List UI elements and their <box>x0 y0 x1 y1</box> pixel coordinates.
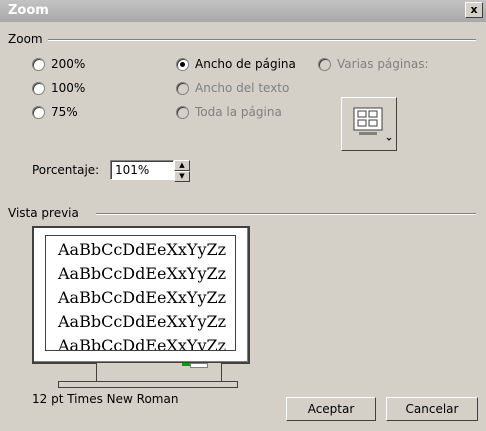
sample-line: AaBbCcDdEeXxYyZz <box>58 264 227 283</box>
radio-page-width-dot[interactable] <box>176 57 189 71</box>
radio-100-dot[interactable] <box>32 81 45 95</box>
spin-down-icon[interactable]: ▼ <box>174 171 190 182</box>
radio-text-width-label: Ancho del texto <box>195 81 290 95</box>
radio-many-pages-label: Varias páginas: <box>337 57 429 71</box>
ok-button[interactable]: Aceptar <box>286 397 376 421</box>
monitor-button-icon <box>190 363 208 368</box>
radio-many-pages-dot[interactable] <box>318 57 331 71</box>
radio-200[interactable]: 200% <box>32 57 85 71</box>
title-bar: Zoom x <box>0 0 486 22</box>
percent-label: Porcentaje: <box>32 163 100 177</box>
window-title: Zoom <box>8 3 49 18</box>
preview-group-divider <box>96 213 476 215</box>
radio-text-width-dot[interactable] <box>176 81 189 95</box>
preview-sample: AaBbCcDdEeXxYyZz AaBbCcDdEeXxYyZz AaBbCc… <box>46 236 235 351</box>
sample-line: AaBbCcDdEeXxYyZz <box>58 240 227 259</box>
close-button[interactable]: x <box>465 2 483 18</box>
monitor-foot <box>58 381 238 388</box>
sample-line: AaBbCcDdEeXxYyZz <box>58 312 227 331</box>
zoom-group-label: Zoom <box>8 32 43 46</box>
preview-group-label: Vista previa <box>8 206 79 220</box>
cancel-button[interactable]: Cancelar <box>386 397 478 421</box>
radio-100-label: 100% <box>51 81 86 95</box>
percent-value: 101% <box>115 163 150 177</box>
radio-whole-page-dot[interactable] <box>176 105 189 119</box>
radio-200-dot[interactable] <box>32 57 45 71</box>
font-description: 12 pt Times New Roman <box>32 392 179 406</box>
preview-monitor: AaBbCcDdEeXxYyZz AaBbCcDdEeXxYyZz AaBbCc… <box>32 226 250 364</box>
radio-200-label: 200% <box>51 57 86 71</box>
percent-input[interactable]: 101% <box>110 160 174 180</box>
monitor-led-icon <box>182 363 190 366</box>
radio-page-width-label: Ancho de página <box>195 57 296 71</box>
percent-spinner[interactable]: ▲ ▼ <box>174 160 190 182</box>
radio-many-pages[interactable]: Varias páginas: <box>318 57 429 71</box>
radio-75-label: 75% <box>51 105 78 119</box>
radio-page-width[interactable]: Ancho de página <box>176 57 296 71</box>
zoom-group-divider <box>48 39 476 41</box>
pages-grid-icon <box>353 107 392 141</box>
radio-text-width[interactable]: Ancho del texto <box>176 81 289 95</box>
radio-75[interactable]: 75% <box>32 105 78 119</box>
radio-whole-page-label: Toda la página <box>195 105 282 119</box>
sample-line: AaBbCcDdEeXxYyZz <box>58 288 227 307</box>
radio-whole-page[interactable]: Toda la página <box>176 105 282 119</box>
sample-line: AaBbCcDdEeXxYyZz <box>58 336 227 351</box>
radio-100[interactable]: 100% <box>32 81 85 95</box>
many-pages-button[interactable] <box>341 97 397 151</box>
spin-up-icon[interactable]: ▲ <box>174 160 190 171</box>
radio-75-dot[interactable] <box>32 105 45 119</box>
preview-screen: AaBbCcDdEeXxYyZz AaBbCcDdEeXxYyZz AaBbCc… <box>45 235 236 351</box>
